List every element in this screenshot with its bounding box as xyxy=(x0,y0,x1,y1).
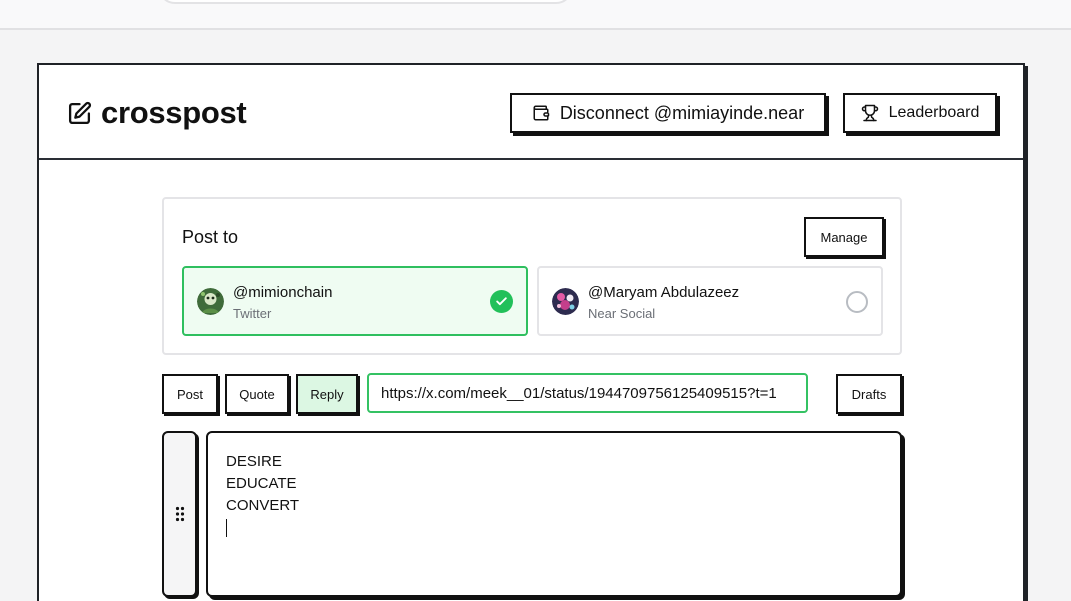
account-card-twitter[interactable]: @mimionchain Twitter xyxy=(182,266,528,336)
brand: crosspost xyxy=(67,95,247,131)
account-handle: @Maryam Abdulazeez xyxy=(588,284,740,301)
quote-mode-button[interactable]: Quote xyxy=(225,374,289,414)
check-circle-icon xyxy=(490,290,513,313)
browser-top-bar xyxy=(0,0,1071,30)
top-search-pill[interactable] xyxy=(158,0,573,4)
post-to-title: Post to xyxy=(182,227,239,247)
account-platform: Near Social xyxy=(588,306,656,321)
disconnect-button[interactable]: Disconnect @mimiayinde.near xyxy=(510,93,826,133)
manage-button[interactable]: Manage xyxy=(804,217,884,257)
post-to-panel: Post to Manage @mimionchain Twitter @Mar… xyxy=(162,197,902,355)
editor-line: DESIRE xyxy=(226,453,282,470)
account-platform: Twitter xyxy=(233,306,272,321)
edit-icon xyxy=(68,101,92,124)
disconnect-label: Disconnect @mimiayinde.near xyxy=(559,102,805,123)
post-editor[interactable]: DESIRE EDUCATE CONVERT xyxy=(206,431,902,597)
grip-vertical-icon xyxy=(175,506,184,522)
reply-url-input[interactable] xyxy=(367,373,808,413)
avatar xyxy=(552,288,579,315)
app-header: crosspost Disconnect @mimiayinde.near Le… xyxy=(39,65,1023,160)
trophy-icon xyxy=(861,104,878,122)
app-card: crosspost Disconnect @mimiayinde.near Le… xyxy=(37,63,1025,601)
editor-line: CONVERT xyxy=(226,497,300,514)
text-caret xyxy=(226,519,227,538)
account-handle: @mimionchain xyxy=(233,284,333,301)
leaderboard-label: Leaderboard xyxy=(888,104,980,121)
editor-caret-line xyxy=(226,517,882,539)
drafts-button[interactable]: Drafts xyxy=(836,374,902,414)
avatar xyxy=(197,288,224,315)
drag-handle[interactable] xyxy=(162,431,197,597)
post-mode-button[interactable]: Post xyxy=(162,374,218,414)
account-card-near-social[interactable]: @Maryam Abdulazeez Near Social xyxy=(537,266,883,336)
leaderboard-button[interactable]: Leaderboard xyxy=(843,93,997,133)
wallet-icon xyxy=(533,105,550,121)
editor-line: EDUCATE xyxy=(226,475,297,492)
brand-title: crosspost xyxy=(101,95,247,130)
radio-unchecked-icon xyxy=(846,291,868,313)
reply-mode-button[interactable]: Reply xyxy=(296,374,358,414)
